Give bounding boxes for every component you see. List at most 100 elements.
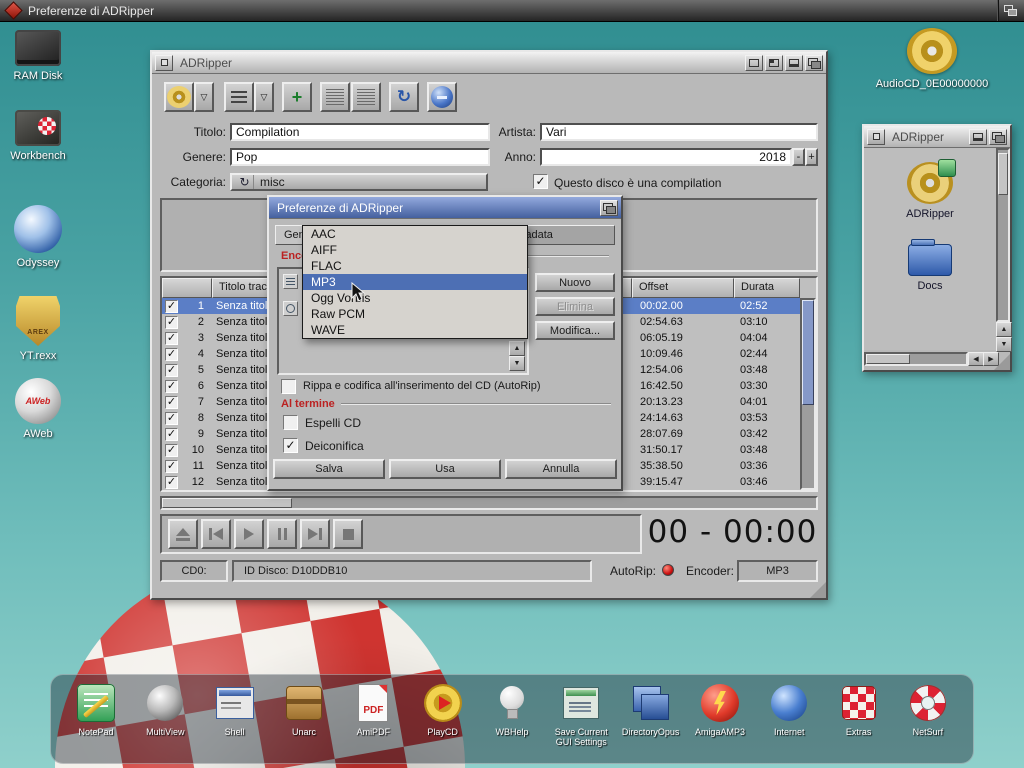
scrollbar-thumb[interactable]: [866, 354, 910, 364]
screen-depth-gadget[interactable]: [998, 0, 1024, 21]
pause-button[interactable]: [267, 519, 297, 549]
drawer-icon-adripper[interactable]: ADRipper: [880, 162, 980, 220]
refresh-button[interactable]: ↻: [389, 82, 419, 112]
close-gadget[interactable]: [155, 55, 173, 71]
iconify-gadget[interactable]: [785, 55, 803, 71]
salva-button[interactable]: Salva: [273, 459, 385, 479]
titolo-input[interactable]: Compilation: [230, 123, 490, 141]
track-checkbox[interactable]: ✓: [165, 412, 178, 425]
prev-track-button[interactable]: [201, 519, 231, 549]
drawer-horizontal-scrollbar[interactable]: [864, 352, 968, 366]
info-button[interactable]: [427, 82, 457, 112]
dock-item-shell[interactable]: Shell: [202, 682, 268, 737]
dropdown-item-selected[interactable]: MP3: [303, 274, 527, 290]
dock-item-directoryopus[interactable]: DirectoryOpus: [618, 682, 684, 737]
rip-options-dropdown-button[interactable]: ▽: [194, 82, 214, 112]
tracklist-header-durata[interactable]: Durata: [734, 278, 800, 298]
nuovo-button[interactable]: Nuovo: [535, 273, 615, 292]
dropdown-item[interactable]: Ogg Vorbis: [303, 290, 527, 306]
drawer-icon-docs[interactable]: Docs: [880, 244, 980, 292]
track-checkbox[interactable]: ✓: [165, 348, 178, 361]
cdtext-button[interactable]: [320, 82, 350, 112]
tracklist-horizontal-scrollbar[interactable]: [160, 496, 818, 510]
depth-gadget[interactable]: [805, 55, 823, 71]
genere-input[interactable]: Pop: [230, 148, 490, 166]
dropdown-item[interactable]: WAVE: [303, 322, 527, 338]
tracklist-button[interactable]: [224, 82, 254, 112]
track-checkbox[interactable]: ✓: [165, 444, 178, 457]
desktop-icon-odyssey[interactable]: Odyssey: [0, 205, 76, 269]
main-window-titlebar[interactable]: ADRipper: [152, 52, 826, 74]
tracklist-vertical-scrollbar[interactable]: [800, 298, 816, 490]
jump-gadget[interactable]: [745, 55, 763, 71]
categoria-cycle-gadget[interactable]: ↻ misc: [230, 173, 488, 191]
track-checkbox[interactable]: ✓: [165, 380, 178, 393]
scroll-left-button[interactable]: ◀: [968, 352, 984, 366]
scrollbar-thumb[interactable]: [162, 498, 292, 508]
anno-input[interactable]: 2018: [540, 148, 792, 166]
dock-item-netsurf[interactable]: NetSurf: [895, 682, 961, 737]
track-checkbox[interactable]: ✓: [165, 300, 178, 313]
desktop-icon-ytrexx[interactable]: AREX YT.rexx: [0, 296, 76, 362]
desktop-icon-audiocd[interactable]: AudioCD_0E00000000: [862, 28, 1002, 90]
track-checkbox[interactable]: ✓: [165, 460, 178, 473]
dock-item-unarc[interactable]: Unarc: [271, 682, 337, 737]
freedb-button[interactable]: [351, 82, 381, 112]
dock-item-amigaamp[interactable]: AmigaAMP3: [687, 682, 753, 737]
drawer-vertical-scrollbar[interactable]: [996, 148, 1010, 322]
list-scroll-down-button[interactable]: ▼: [509, 356, 525, 371]
scroll-down-button[interactable]: ▼: [996, 337, 1012, 352]
depth-gadget[interactable]: [600, 200, 618, 216]
usa-button[interactable]: Usa: [389, 459, 501, 479]
dock-item-playcd[interactable]: PlayCD: [410, 682, 476, 737]
screen-title-bar[interactable]: Preferenze di ADRipper: [0, 0, 1024, 22]
dropdown-item[interactable]: AAC: [303, 226, 527, 242]
dock-item-internet[interactable]: Internet: [756, 682, 822, 737]
tracklist-header-check-column[interactable]: [162, 278, 212, 298]
tracklist-header-offset[interactable]: Offset: [632, 278, 734, 298]
track-checkbox[interactable]: ✓: [165, 476, 178, 489]
list-scroll-up-button[interactable]: ▲: [509, 341, 525, 356]
desktop-icon-workbench[interactable]: Workbench: [0, 110, 76, 162]
autorip-checkbox[interactable]: [281, 379, 296, 394]
drawer-window-titlebar[interactable]: ADRipper: [864, 126, 1010, 148]
scrollbar-thumb[interactable]: [802, 300, 814, 405]
resize-gadget[interactable]: [994, 354, 1010, 370]
desktop-icon-aweb[interactable]: AWeb AWeb: [0, 378, 76, 440]
dock-item-multiview[interactable]: MultiView: [132, 682, 198, 737]
compilation-checkbox[interactable]: ✓: [533, 174, 548, 189]
track-checkbox[interactable]: ✓: [165, 332, 178, 345]
dock-item-amipdf[interactable]: PDFAmiPDF: [340, 682, 406, 737]
iconify-gadget[interactable]: [969, 129, 987, 145]
dock-item-save-gui-settings[interactable]: Save Current GUI Settings: [548, 682, 614, 748]
stop-button[interactable]: [333, 519, 363, 549]
tracklist-dropdown-button[interactable]: ▽: [254, 82, 274, 112]
artista-input[interactable]: Vari: [540, 123, 818, 141]
annulla-button[interactable]: Annulla: [505, 459, 617, 479]
next-track-button[interactable]: [300, 519, 330, 549]
track-checkbox[interactable]: ✓: [165, 364, 178, 377]
scrollbar-thumb[interactable]: [998, 153, 1008, 195]
track-checkbox[interactable]: ✓: [165, 428, 178, 441]
track-checkbox[interactable]: ✓: [165, 316, 178, 329]
prefs-titlebar[interactable]: Preferenze di ADRipper: [269, 197, 621, 219]
play-button[interactable]: [234, 519, 264, 549]
desktop-icon-ram-disk[interactable]: RAM Disk: [0, 30, 76, 82]
dock-item-notepad[interactable]: NotePad: [63, 682, 129, 737]
add-button[interactable]: +: [282, 82, 312, 112]
dropdown-item[interactable]: FLAC: [303, 258, 527, 274]
dock-item-wbhelp[interactable]: WBHelp: [479, 682, 545, 737]
dropdown-item[interactable]: AIFF: [303, 242, 527, 258]
zoom-gadget[interactable]: [765, 55, 783, 71]
track-checkbox[interactable]: ✓: [165, 396, 178, 409]
resize-gadget[interactable]: [810, 582, 826, 598]
espelli-checkbox[interactable]: [283, 415, 298, 430]
scroll-up-button[interactable]: ▲: [996, 322, 1012, 337]
modifica-button[interactable]: Modifica...: [535, 321, 615, 340]
dropdown-item[interactable]: Raw PCM: [303, 306, 527, 322]
elimina-button[interactable]: Elimina: [535, 297, 615, 316]
rip-button[interactable]: [164, 82, 194, 112]
deiconifica-checkbox[interactable]: ✓: [283, 438, 298, 453]
dock-item-extras[interactable]: Extras: [826, 682, 892, 737]
eject-button[interactable]: [168, 519, 198, 549]
